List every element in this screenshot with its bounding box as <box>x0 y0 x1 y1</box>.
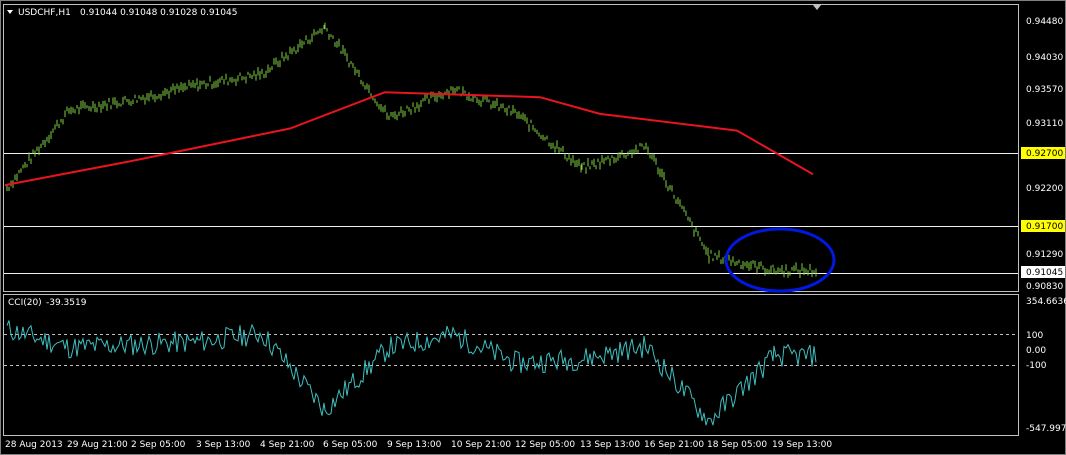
symbol-label: USDCHF,H1 <box>18 8 71 18</box>
cci-tick: 354.6636 <box>1026 297 1066 307</box>
time-tick: 19 Sep 13:00 <box>772 440 832 450</box>
cci-tick: -547.9974 <box>1026 424 1066 434</box>
price-tick: 0.91290 <box>1026 250 1063 260</box>
time-tick: 9 Sep 13:00 <box>387 440 442 450</box>
time-tick: 2 Sep 05:00 <box>131 440 186 450</box>
chart-window: USDCHF,H1 0.91044 0.91048 0.91028 0.9104… <box>0 0 1066 455</box>
price-tick: 0.93570 <box>1026 85 1063 95</box>
cci-value-label: -39.3519 <box>46 298 87 308</box>
time-tick: 10 Sep 21:00 <box>451 440 511 450</box>
time-tick: 4 Sep 21:00 <box>260 440 315 450</box>
price-tick: 0.93110 <box>1026 119 1063 129</box>
time-tick: 6 Sep 05:00 <box>323 440 378 450</box>
price-level-badge-text: 0.91700 <box>1026 222 1063 232</box>
cci-tick: 0.00 <box>1026 346 1046 356</box>
cci-tick: 100 <box>1026 331 1043 341</box>
price-tick: 0.94480 <box>1026 17 1063 27</box>
time-tick: 16 Sep 21:00 <box>644 440 704 450</box>
ohlc-label: 0.91044 0.91048 0.91028 0.91045 <box>80 8 237 18</box>
cci-name-label: CCI(20) <box>8 298 42 308</box>
price-tick: 0.92200 <box>1026 184 1063 194</box>
time-tick: 12 Sep 05:00 <box>515 440 575 450</box>
cci-tick: -100 <box>1026 361 1047 371</box>
window-border <box>0 0 1066 455</box>
price-axis: 0.94480 0.94030 0.93570 0.93110 0.92700 … <box>1021 17 1065 292</box>
time-tick: 18 Sep 05:00 <box>707 440 767 450</box>
price-tick: 0.94030 <box>1026 53 1063 63</box>
time-tick: 3 Sep 13:00 <box>196 440 251 450</box>
price-level-badge-text: 0.92700 <box>1026 149 1063 159</box>
price-tick: 0.90830 <box>1026 282 1063 292</box>
time-tick: 29 Aug 21:00 <box>67 440 128 450</box>
time-tick: 28 Aug 2013 <box>5 440 63 450</box>
current-price-text: 0.91045 <box>1026 268 1063 278</box>
time-tick: 13 Sep 13:00 <box>580 440 640 450</box>
